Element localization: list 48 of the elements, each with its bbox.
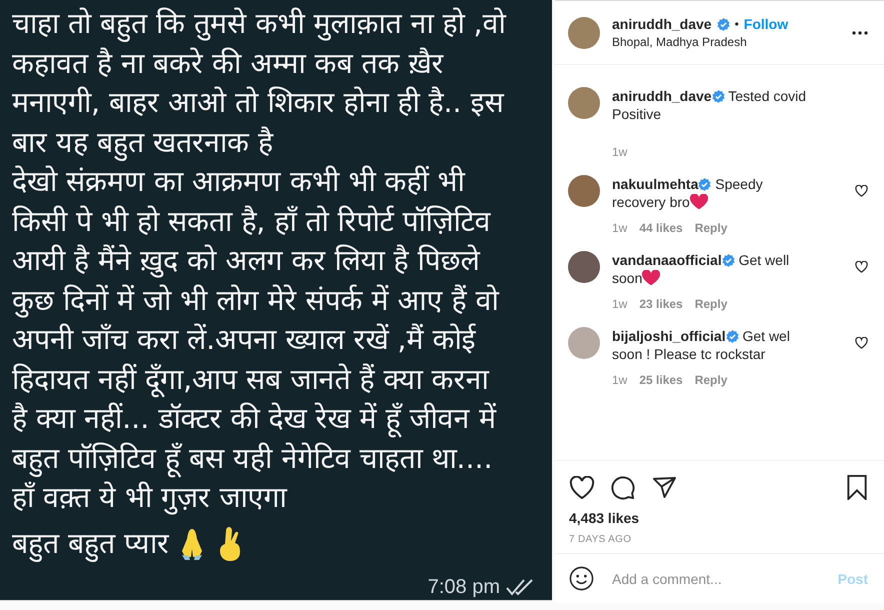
message-text-line: आयी है मैंने ख़ुद को अलग कर लिया है पिछले — [12, 243, 480, 280]
follow-button[interactable]: Follow — [744, 16, 788, 32]
more-options-icon[interactable] — [852, 30, 868, 34]
share-icon[interactable] — [652, 476, 677, 499]
avatar[interactable] — [568, 16, 600, 48]
message-text-line: है क्या नहीं... डॉक्टर की देख रेख में हूँ जीवन में — [12, 399, 496, 438]
like-heart-icon[interactable] — [855, 337, 868, 349]
message-text-line: हिदायत नहीं दूँगा,आप सब जानते हैं क्या करना — [12, 362, 488, 399]
comment-time: 1w — [612, 145, 628, 159]
message-text-line: देखो संक्रमण का आक्रमण कभी भी कहीं भी — [12, 164, 464, 200]
bookmark-icon[interactable] — [846, 475, 868, 500]
message-text-line: अपनी जाँच करा लें.अपना ख्याल रखें ,मैं कोई — [12, 322, 476, 358]
message-text-line: बहुत बहुत प्यार — [12, 524, 170, 563]
message-text-line: किसी पे भी हो सकता है, हाँ तो रिपोर्ट पॉज़िटिव — [12, 204, 491, 240]
message-text-line: कहावत है ना बकरे की अम्मा कब तक ख़ैर — [12, 46, 444, 82]
like-heart-icon[interactable] — [855, 185, 868, 197]
avatar[interactable] — [568, 251, 600, 283]
message-text-line: हाँ वक़्त ये भी गुज़र जाएगा — [12, 480, 286, 517]
message-time: 7:08 pm — [428, 576, 500, 598]
caption-text: aniruddh_dave Tested covid Positive — [612, 87, 808, 123]
comment-time: 1w — [612, 373, 628, 387]
separator-dot: • — [734, 17, 739, 31]
like-heart-icon[interactable] — [855, 261, 868, 273]
message-text-line: कुछ दिनों में जो भी लोग मेरे संपर्क में आए हैं वो — [12, 282, 499, 320]
comment-time: 1w — [612, 221, 628, 235]
emoji-icon[interactable] — [569, 566, 594, 591]
like-count[interactable]: 23 likes — [639, 297, 683, 311]
avatar[interactable] — [568, 87, 600, 119]
avatar[interactable] — [568, 175, 600, 207]
comment-text: bijaljoshi_official Get wel soon ! Please tc rockstar — [612, 327, 791, 363]
like-icon[interactable] — [569, 476, 595, 500]
like-count[interactable]: 44 likes — [639, 221, 683, 235]
reply-button[interactable]: Reply — [694, 297, 728, 311]
reply-button[interactable]: Reply — [694, 373, 728, 387]
message-text-line: चाहा तो बहुत कि तुमसे कभी मुलाक़ात ना हो ,वो — [12, 6, 506, 44]
username[interactable]: aniruddh_dave — [612, 16, 712, 32]
message-text-line: मनाएगी, बाहर आओ तो शिकार होना ही है.. इस — [12, 85, 504, 121]
like-count[interactable]: 4,483 likes — [569, 510, 640, 526]
message-text-line: बार यह बहुत खतरनाक है — [12, 122, 274, 162]
post-date: 7 DAYS AGO — [569, 534, 632, 545]
location-link[interactable]: Bhopal, Madhya Pradesh — [612, 35, 840, 49]
reply-button[interactable]: Reply — [694, 221, 728, 235]
comment-time: 1w — [612, 297, 628, 311]
comment-text: nakuulmehta Speedy recovery bro — [612, 175, 764, 211]
comment-text: vandanaaofficial Get well soon — [612, 251, 790, 287]
comment-icon[interactable] — [611, 475, 636, 500]
message-text-line: बहुत पॉज़िटिव हूँ बस यही नेगेटिव चाहता था.... — [12, 438, 493, 478]
like-count[interactable]: 25 likes — [639, 373, 683, 387]
